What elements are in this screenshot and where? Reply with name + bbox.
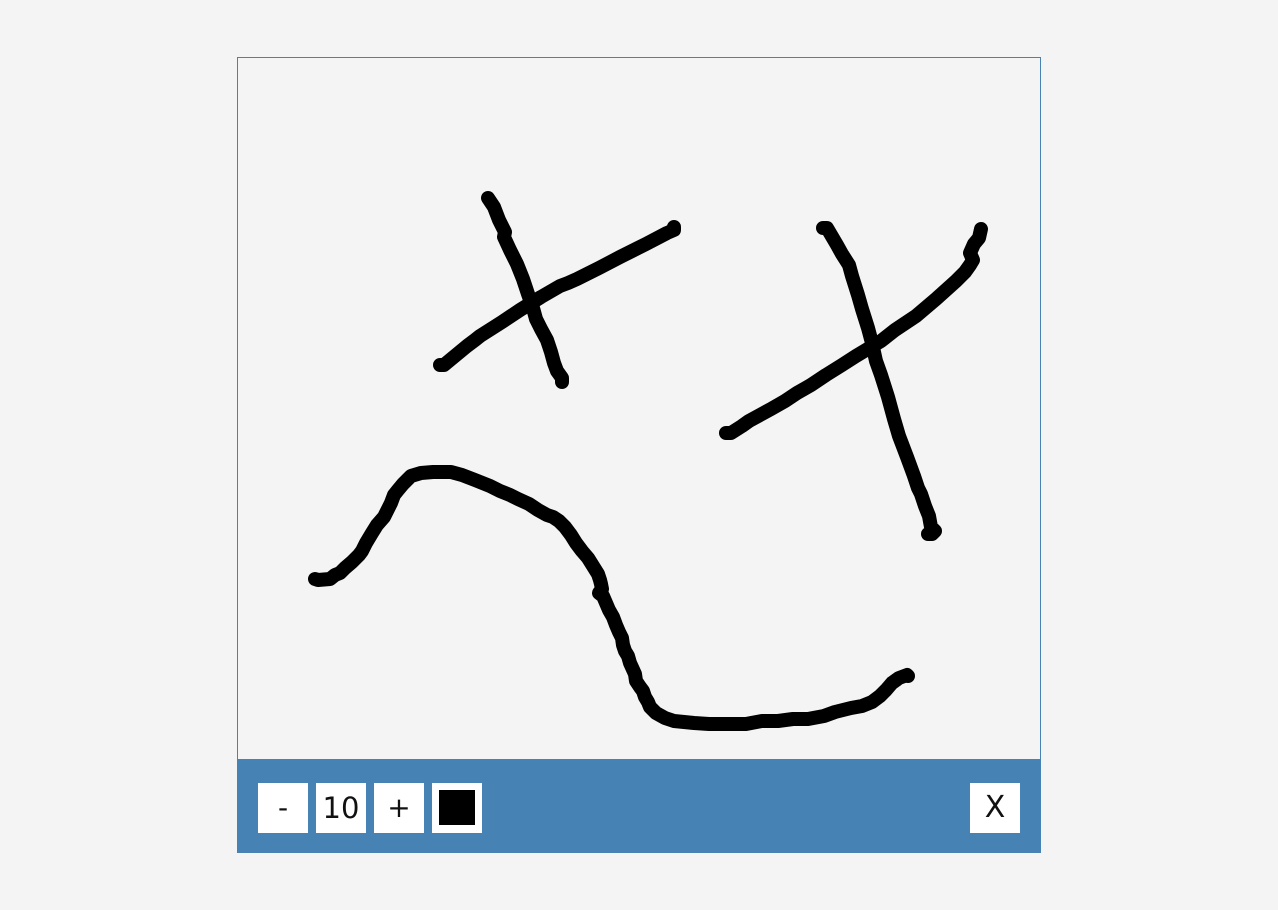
decrease-brush-size-button[interactable]: - — [258, 783, 308, 833]
drawing-surface[interactable] — [238, 58, 1040, 759]
increase-brush-size-button[interactable]: + — [374, 783, 424, 833]
color-picker-button[interactable] — [432, 783, 482, 833]
brush-size-display: 10 — [316, 783, 366, 833]
close-button[interactable]: X — [970, 783, 1020, 833]
drawing-canvas[interactable] — [238, 58, 1040, 759]
drawing-panel: - 10 + X — [237, 57, 1041, 853]
toolbar: - 10 + X — [237, 759, 1041, 853]
color-swatch — [439, 790, 475, 825]
drawn-stroke — [816, 221, 942, 541]
drawn-stroke — [308, 465, 915, 731]
drawn-stroke — [433, 220, 681, 372]
